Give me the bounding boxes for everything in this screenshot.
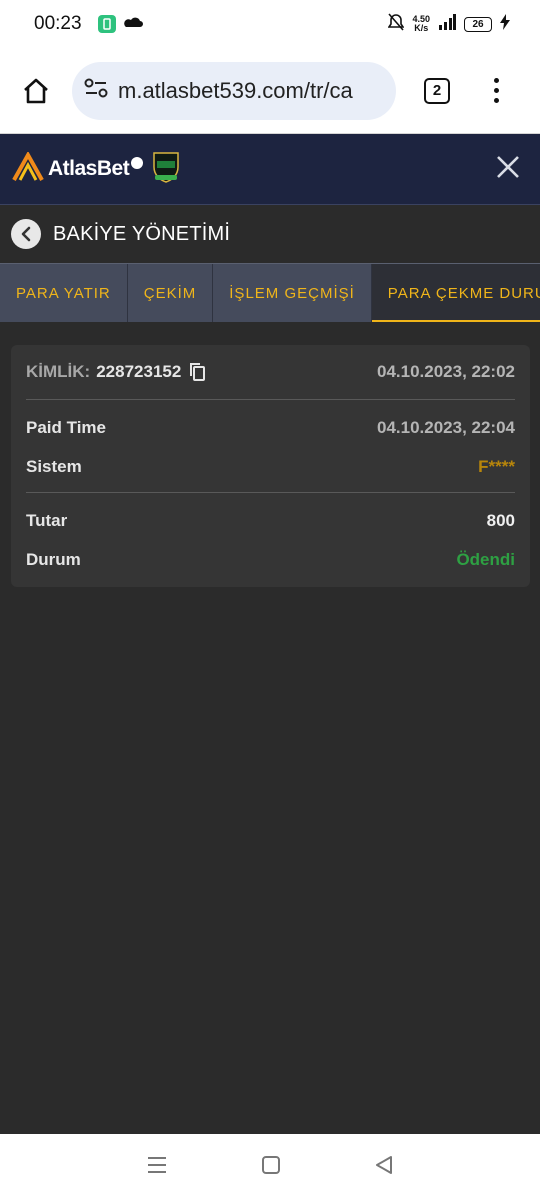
system-navigation-bar xyxy=(0,1134,540,1200)
paid-time-label: Paid Time xyxy=(26,418,106,437)
page-header: BAKİYE YÖNETİMİ xyxy=(0,205,540,263)
home-nav-icon[interactable] xyxy=(261,1155,281,1180)
paid-time-row: Paid Time 04.10.2023, 22:04 xyxy=(26,400,515,454)
system-row: Sistem F**** xyxy=(26,454,515,480)
amount-row: Tutar 800 xyxy=(26,493,515,547)
balance-tabs: PARA YATIR ÇEKİM İŞLEM GEÇMİŞİ PARA ÇEKM… xyxy=(0,263,540,322)
status-row: Durum Ödendi xyxy=(26,547,515,573)
more-menu-icon[interactable] xyxy=(494,78,499,103)
site-header: AtlasBet xyxy=(0,134,540,205)
withdrawal-record-card: KİMLİK: 228723152 04.10.2023, 22:02 Paid… xyxy=(11,345,530,587)
status-bar: 00:23 4.50 K/s 26 xyxy=(0,0,540,48)
recent-apps-icon[interactable] xyxy=(146,1156,168,1179)
created-datetime: 04.10.2023, 22:02 xyxy=(376,362,515,381)
copy-icon[interactable] xyxy=(189,362,207,382)
id-value: 228723152 xyxy=(96,362,182,381)
home-icon[interactable] xyxy=(18,73,54,109)
network-speed: 4.50 K/s xyxy=(412,14,430,33)
status-label: Durum xyxy=(26,550,81,569)
browser-toolbar: m.atlasbet539.com/tr/ca 2 xyxy=(0,48,540,134)
charging-icon xyxy=(500,13,510,35)
tab-withdrawal-status[interactable]: PARA ÇEKME DURUMU xyxy=(371,264,540,322)
site-logo-text[interactable]: AtlasBet xyxy=(48,157,130,181)
address-bar[interactable]: m.atlasbet539.com/tr/ca xyxy=(72,61,396,120)
tab-transaction-history[interactable]: İŞLEM GEÇMİŞİ xyxy=(213,264,372,322)
amount-label: Tutar xyxy=(26,511,68,530)
record-id-row: KİMLİK: 228723152 04.10.2023, 22:02 xyxy=(26,345,515,399)
status-badge: Ödendi xyxy=(456,550,515,569)
tab-withdraw[interactable]: ÇEKİM xyxy=(128,264,214,322)
back-button[interactable] xyxy=(11,219,41,249)
battery-app-icon xyxy=(97,15,116,33)
signal-icon xyxy=(438,13,456,35)
status-time: 00:23 xyxy=(34,13,82,34)
logo-badge-icon xyxy=(131,157,144,169)
close-icon[interactable] xyxy=(496,155,520,184)
cloud-icon xyxy=(123,15,144,33)
id-label: KİMLİK: xyxy=(26,362,91,381)
tab-deposit[interactable]: PARA YATIR xyxy=(0,264,128,322)
battery-indicator: 26 xyxy=(464,16,492,32)
site-settings-icon[interactable] xyxy=(84,78,108,103)
atlasbet-logo-icon[interactable] xyxy=(12,150,46,187)
page-title: BAKİYE YÖNETİMİ xyxy=(53,222,231,245)
team-crest-icon xyxy=(151,150,181,189)
mute-bell-icon xyxy=(387,12,405,36)
chevron-left-icon xyxy=(21,226,31,242)
tab-switcher-button[interactable]: 2 xyxy=(424,77,450,104)
system-value: F**** xyxy=(478,457,515,476)
system-label: Sistem xyxy=(26,457,82,476)
url-text[interactable]: m.atlasbet539.com/tr/ca xyxy=(118,78,384,104)
amount-value: 800 xyxy=(486,511,515,530)
back-nav-icon[interactable] xyxy=(374,1155,394,1180)
paid-time-value: 04.10.2023, 22:04 xyxy=(376,418,515,437)
